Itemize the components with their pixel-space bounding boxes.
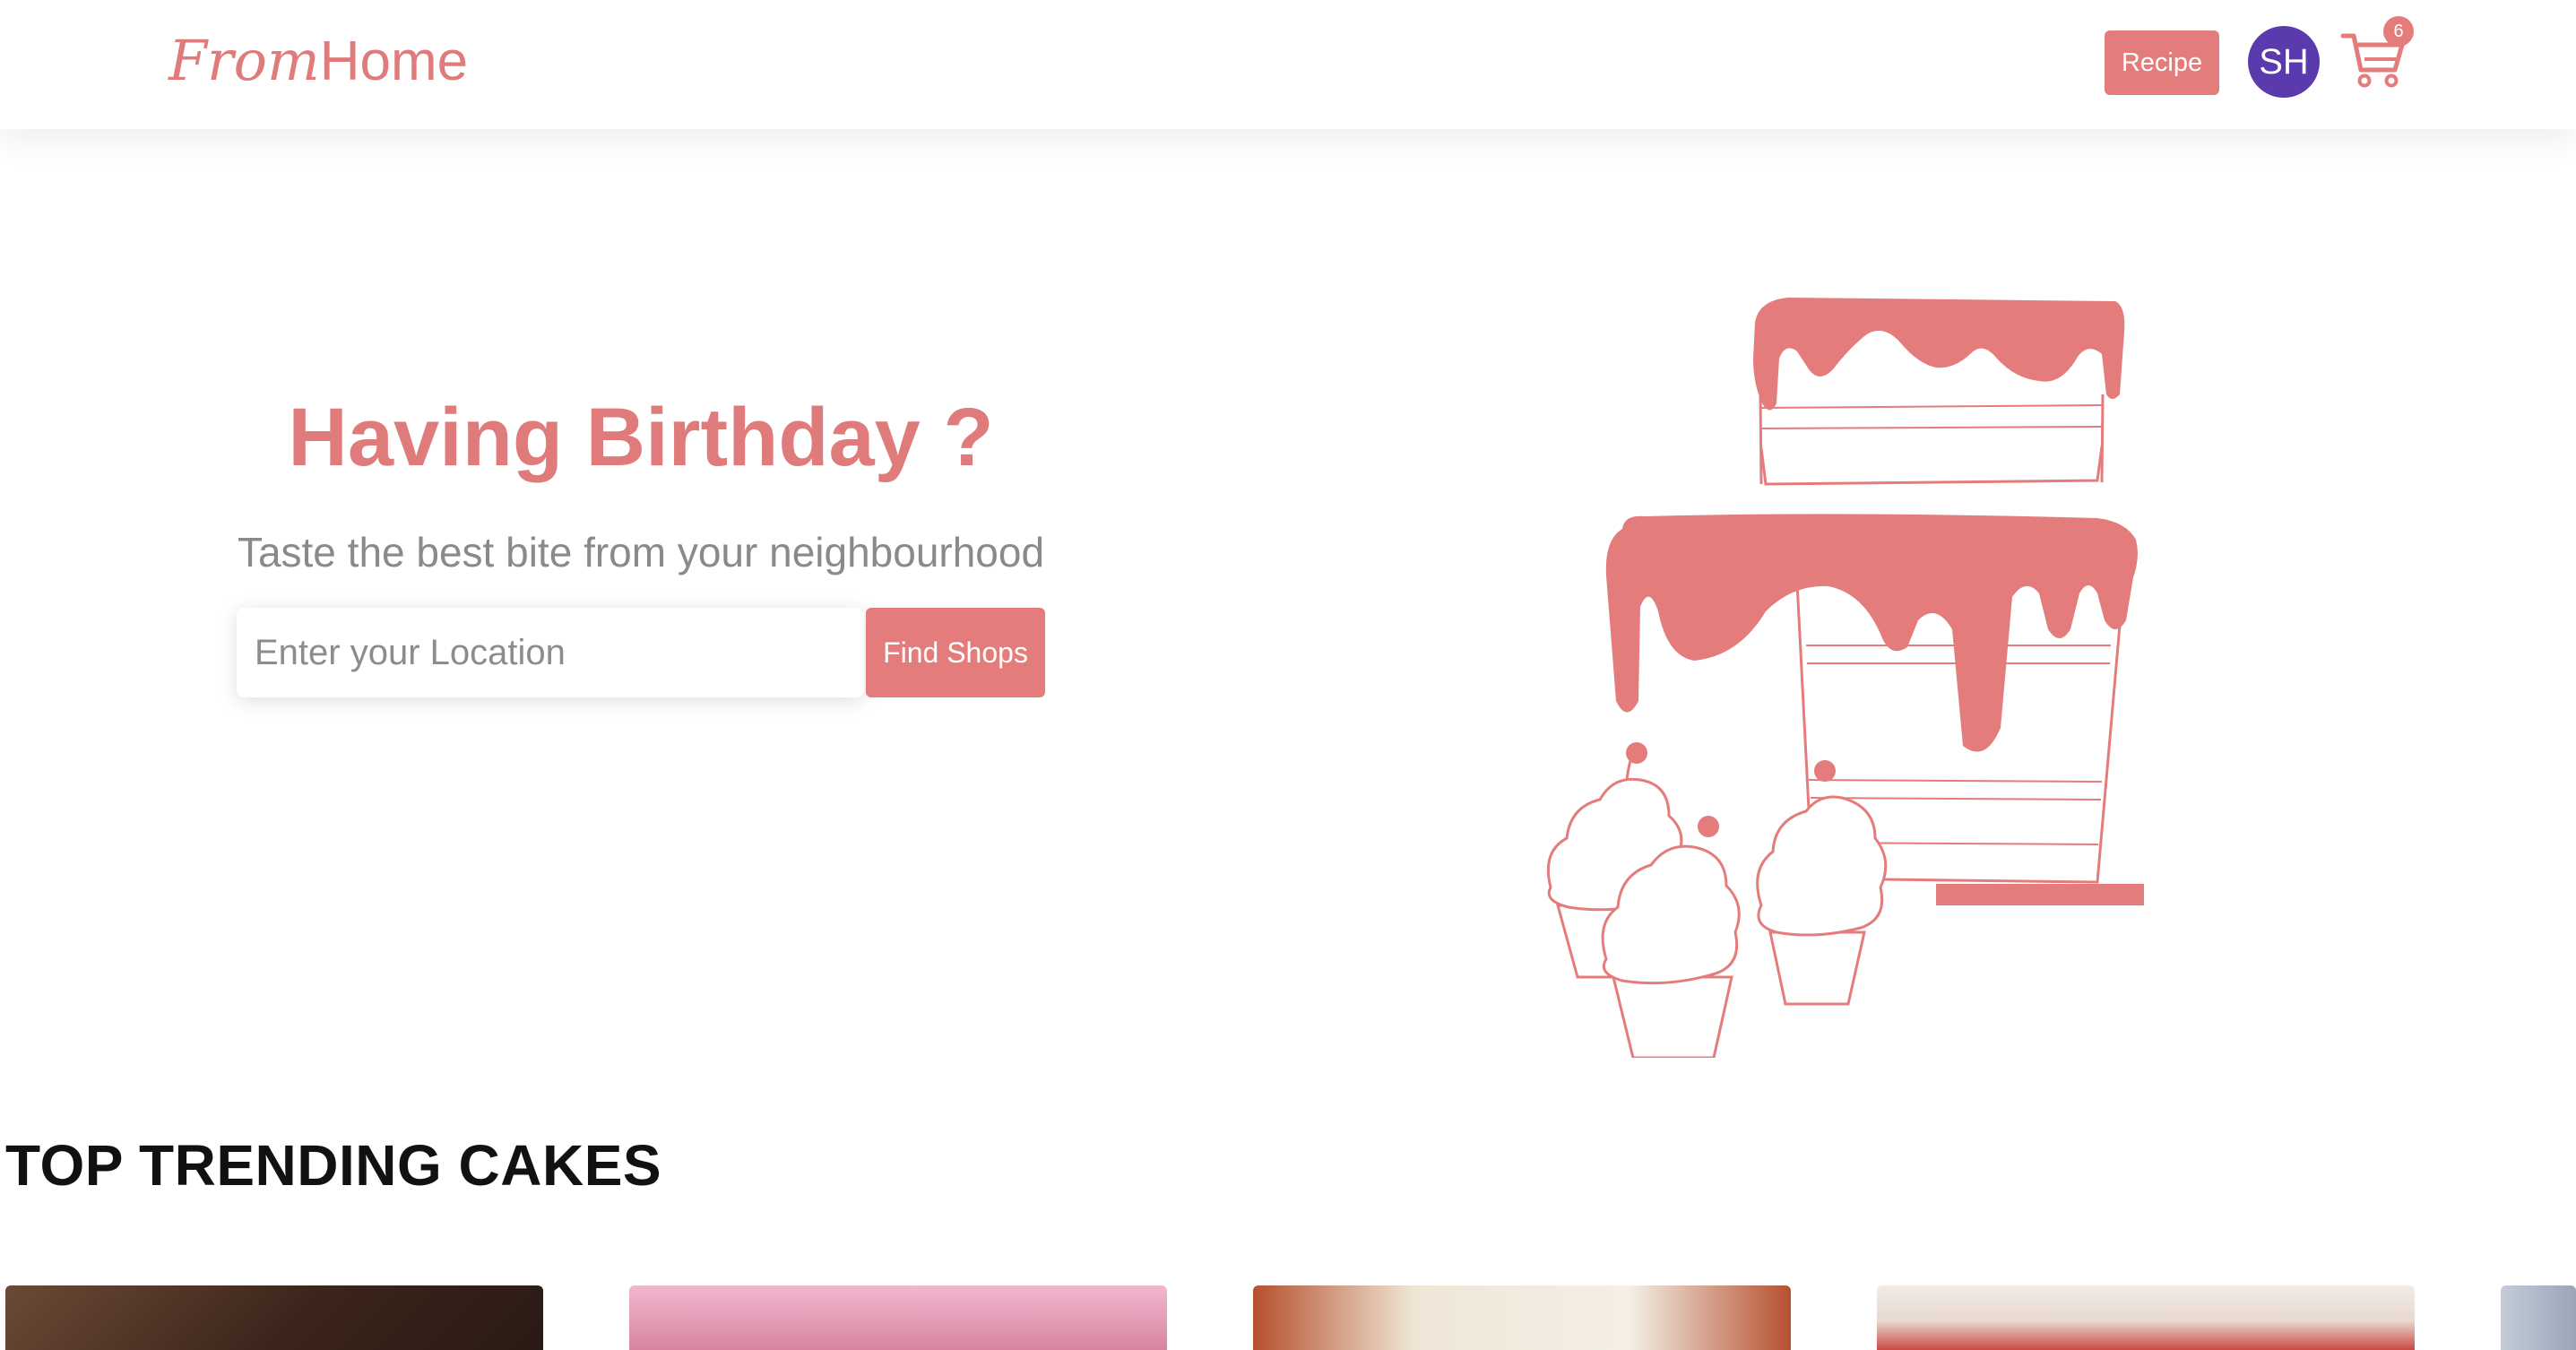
trending-section-title: TOP TRENDING CAKES [5, 1133, 662, 1198]
hero-title: Having Birthday ? [288, 392, 994, 483]
cake-card-red-velvet[interactable] [1877, 1285, 2415, 1350]
cake-card-partial[interactable] [2501, 1285, 2576, 1350]
location-input[interactable] [237, 608, 864, 697]
cart-count-badge: 6 [2383, 16, 2414, 47]
location-search-box [237, 608, 864, 697]
find-shops-button[interactable]: Find Shops [866, 608, 1045, 697]
cake-card-chocolate[interactable] [5, 1285, 543, 1350]
top-tier [1753, 298, 2125, 486]
birthday-cake-illustration [1546, 298, 2144, 1058]
cake-card-cream[interactable] [1253, 1285, 1791, 1350]
brand-logo[interactable]: FromHome [169, 27, 468, 96]
top-navbar: FromHome Recipe SH 6 [0, 0, 2576, 129]
user-avatar[interactable]: SH [2248, 26, 2320, 98]
cake-card-pink-birthday[interactable] [629, 1285, 1167, 1350]
recipe-button[interactable]: Recipe [2105, 30, 2219, 95]
hero-subtitle: Taste the best bite from your neighbourh… [237, 529, 1045, 575]
